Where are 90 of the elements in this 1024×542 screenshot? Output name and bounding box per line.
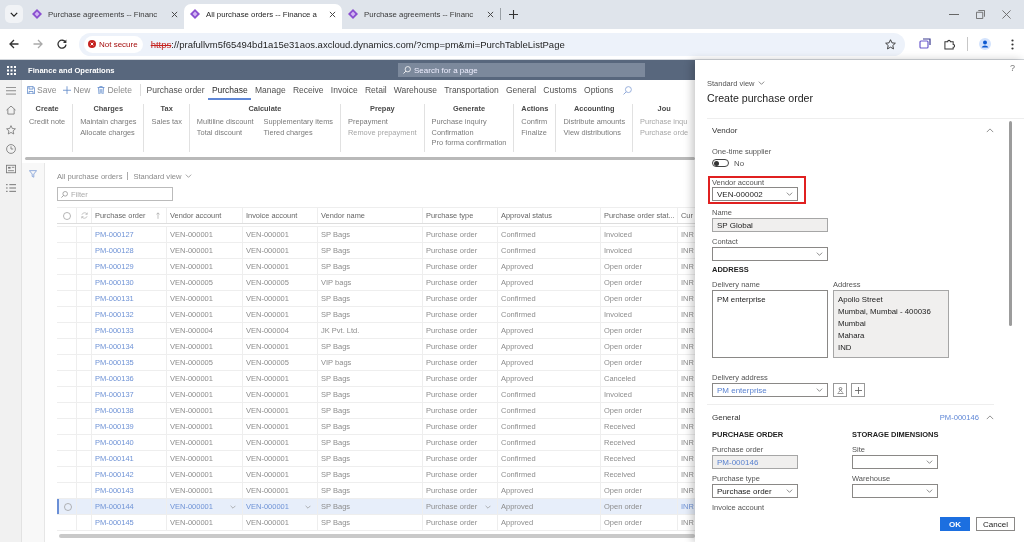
- scrollbar-thumb[interactable]: [1009, 121, 1012, 326]
- more-icon[interactable]: [1011, 38, 1014, 50]
- chevron-down-icon: [816, 252, 823, 256]
- diamond-icon: [348, 9, 358, 19]
- chevron-down-icon: [816, 388, 823, 392]
- address-bar[interactable]: Not secure https://prafullvm5f65494bd1a15e31aos.axcloud.dynamics.com/?cmp=pm&mi=PurchTableListPage: [79, 32, 905, 56]
- chevron-down-icon: [184, 174, 192, 178]
- avatar-icon[interactable]: [979, 38, 991, 50]
- chevron-down-icon: [926, 489, 933, 493]
- trash-icon: [97, 85, 106, 95]
- home-icon[interactable]: [5, 105, 16, 115]
- ribbon-tab[interactable]: Transportation: [440, 80, 503, 100]
- star-icon[interactable]: [885, 38, 896, 50]
- scrollbar-thumb[interactable]: [25, 157, 695, 160]
- chevron-down-icon: [786, 489, 793, 493]
- panel-title: Create purchase order: [707, 91, 813, 105]
- ribbon-tab[interactable]: General: [502, 80, 540, 100]
- ribbon-tab[interactable]: Customs: [539, 80, 581, 100]
- plus-icon: [854, 386, 862, 394]
- chevron-down-icon: [786, 192, 793, 196]
- ok-button[interactable]: OK: [940, 517, 971, 531]
- url-text: https://prafullvm5f65494bd1a15e31aos.axcloud.dynamics.com/?cmp=pm&mi=PurchTableListPage: [150, 38, 565, 50]
- window-icon[interactable]: [919, 38, 931, 50]
- clock-icon[interactable]: [5, 144, 16, 154]
- row-select-radio[interactable]: [63, 502, 72, 511]
- dropdown-field[interactable]: [852, 484, 938, 498]
- dropdown-field[interactable]: [852, 455, 938, 469]
- close-icon[interactable]: [171, 10, 178, 18]
- ribbon-tab[interactable]: Receive: [289, 80, 328, 100]
- diamond-icon: [190, 9, 200, 19]
- toggle-switch[interactable]: [712, 159, 729, 167]
- security-chip[interactable]: Not secure: [84, 35, 143, 53]
- close-icon[interactable]: [329, 10, 336, 18]
- ribbon-tab[interactable]: Purchase order: [142, 80, 209, 100]
- dropdown-field[interactable]: VEN-000002: [712, 187, 798, 201]
- chevron-up-icon[interactable]: [986, 414, 994, 420]
- error-icon: [88, 40, 96, 48]
- close-icon[interactable]: [1002, 10, 1011, 19]
- search-icon: [403, 66, 411, 74]
- tab-search-button[interactable]: [5, 5, 23, 23]
- section-title: Vendor: [712, 125, 738, 135]
- caret-icon[interactable]: [485, 504, 491, 509]
- search-icon: [61, 190, 68, 198]
- save-icon: [27, 85, 35, 95]
- diamond-icon: [32, 9, 42, 19]
- back-arrow-icon[interactable]: [9, 39, 19, 49]
- close-icon[interactable]: [487, 10, 494, 18]
- ribbon-tab[interactable]: Purchase: [208, 80, 252, 100]
- input-field[interactable]: PM-000146: [712, 455, 798, 469]
- person-button[interactable]: [833, 383, 847, 397]
- menu-icon[interactable]: [5, 87, 16, 95]
- reload-icon[interactable]: [57, 39, 67, 49]
- chevron-down-icon: [926, 460, 933, 464]
- ribbon-tab[interactable]: Invoice: [327, 80, 362, 100]
- add-button[interactable]: [851, 383, 865, 397]
- chevron-down-icon: [10, 11, 18, 17]
- save-button[interactable]: Save: [27, 85, 57, 95]
- plus-icon: [63, 85, 72, 95]
- ribbon-tab[interactable]: Retail: [361, 80, 391, 100]
- refresh-icon[interactable]: [80, 212, 88, 219]
- help-button[interactable]: ?: [1010, 63, 1015, 73]
- search-field[interactable]: Search for a page: [398, 63, 645, 77]
- list-icon[interactable]: [5, 183, 16, 193]
- caret-icon[interactable]: [230, 504, 236, 509]
- select-all-radio[interactable]: [62, 211, 71, 220]
- star-icon[interactable]: [5, 124, 16, 135]
- caret-icon[interactable]: [305, 504, 311, 509]
- dashboard-icon[interactable]: [5, 163, 16, 174]
- restore-icon[interactable]: [976, 10, 985, 19]
- ribbon-tab[interactable]: Warehouse: [390, 80, 441, 100]
- ribbon-tab[interactable]: Manage: [251, 80, 290, 100]
- dropdown-field[interactable]: PM enterprise: [712, 383, 828, 397]
- scrollbar-thumb[interactable]: [59, 533, 695, 538]
- filter-icon[interactable]: [29, 170, 37, 178]
- puzzle-icon[interactable]: [944, 38, 955, 50]
- input-field[interactable]: SP Global: [712, 218, 828, 232]
- dropdown-field[interactable]: Purchase order: [712, 484, 798, 498]
- app-launcher-icon[interactable]: [7, 65, 16, 75]
- chevron-down-icon: [757, 81, 765, 85]
- dropdown-field[interactable]: [712, 247, 828, 261]
- plus-icon[interactable]: [509, 10, 518, 19]
- search-icon[interactable]: [622, 85, 632, 95]
- forward-arrow-icon[interactable]: [33, 39, 43, 49]
- cancel-button[interactable]: Cancel: [976, 517, 1015, 531]
- person-icon: [836, 386, 844, 394]
- delete-button[interactable]: Delete: [97, 85, 132, 95]
- ribbon-tab[interactable]: Options: [580, 80, 617, 100]
- section-title: General: [712, 412, 741, 422]
- chevron-up-icon[interactable]: [986, 127, 994, 133]
- new-button[interactable]: New: [63, 85, 91, 95]
